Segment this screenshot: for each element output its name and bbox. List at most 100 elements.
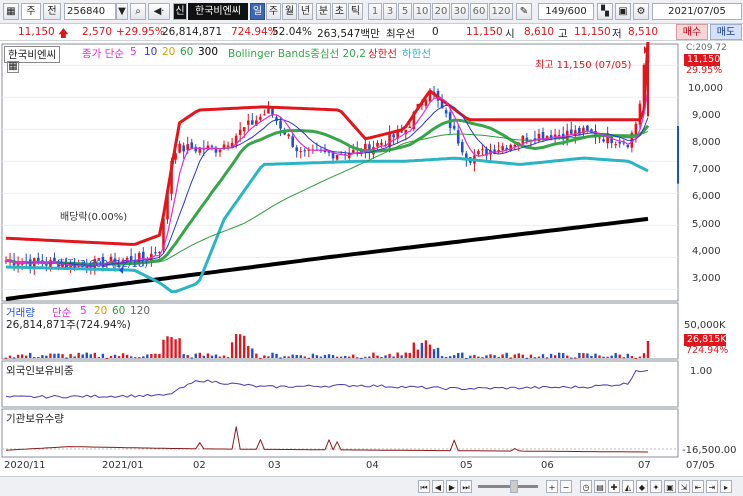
- volume-bar: [525, 357, 529, 359]
- ma20-period: 20: [162, 46, 176, 58]
- tool-icon-3[interactable]: ✚: [608, 480, 620, 493]
- scroll-last-icon[interactable]: ⏭: [460, 480, 472, 493]
- volume-bar: [485, 355, 488, 358]
- minute-1[interactable]: 1: [368, 3, 382, 20]
- volume-bar: [178, 338, 181, 358]
- code-dropdown-icon[interactable]: ▼: [116, 3, 128, 20]
- panel-toggle-icon[interactable]: ▦: [7, 61, 19, 73]
- period-second[interactable]: 초: [332, 3, 347, 20]
- minute-30[interactable]: 30: [451, 3, 469, 20]
- candle-body: [246, 120, 250, 125]
- volume-bar: [190, 357, 193, 359]
- minute-60[interactable]: 60: [470, 3, 488, 20]
- volume-bar: [174, 339, 177, 358]
- minute-20[interactable]: 20: [432, 3, 450, 20]
- scroll-thumb[interactable]: [510, 480, 518, 493]
- volume-bar: [457, 352, 460, 358]
- minute-5[interactable]: 5: [398, 3, 412, 20]
- tool-icon-1[interactable]: ◷: [580, 480, 592, 493]
- tool-icon-4[interactable]: ◭: [622, 480, 634, 493]
- volume-bar: [16, 354, 20, 358]
- period-tick[interactable]: 틱: [348, 3, 363, 20]
- tool-icon-5[interactable]: ◆: [636, 480, 648, 493]
- settings-grid-icon[interactable]: ▚: [597, 3, 613, 20]
- tool-icon-2[interactable]: ▤: [594, 480, 606, 493]
- volume-bar: [263, 355, 266, 358]
- minute-10[interactable]: 10: [413, 3, 431, 20]
- scroll-prev-icon[interactable]: ◀: [432, 480, 444, 493]
- volume-bar: [186, 355, 189, 358]
- tool-icon-9[interactable]: ⇤: [692, 480, 704, 493]
- scroll-track[interactable]: [478, 485, 538, 488]
- period-week[interactable]: 주: [266, 3, 281, 20]
- price-change-pct: +29.95%: [116, 26, 165, 38]
- inst-y-tick: -16,500.00: [682, 445, 737, 456]
- volume-y-tick: 50,000K: [684, 320, 726, 331]
- volume-bar: [295, 354, 298, 358]
- volume-bar: [566, 355, 569, 358]
- volume-bar: [105, 357, 109, 359]
- volume-bar: [396, 352, 399, 358]
- minute-120[interactable]: 120: [489, 3, 513, 20]
- volume-bar: [279, 357, 282, 359]
- volume-bar: [436, 347, 440, 358]
- grid-icon[interactable]: ▦: [3, 3, 19, 20]
- compose-icon[interactable]: ✎: [516, 3, 532, 20]
- sell-button[interactable]: 매도: [710, 24, 742, 40]
- tool-icon-7[interactable]: ▣: [664, 480, 676, 493]
- ma-label: 종가 단순: [82, 48, 124, 60]
- volume-bar: [101, 353, 105, 358]
- volume-bar: [489, 354, 492, 358]
- volume-bar: [638, 356, 642, 358]
- zoom-out-icon[interactable]: −: [560, 480, 572, 493]
- scroll-first-icon[interactable]: ⏮: [418, 480, 430, 493]
- stock-code-input[interactable]: 256840: [64, 3, 116, 20]
- volume-bar: [97, 356, 101, 358]
- date-field[interactable]: 2021/07/05: [652, 3, 742, 20]
- dividend-note: 배당락(0.00%): [60, 212, 128, 223]
- candle-body: [444, 110, 448, 114]
- y-tick-7000: 7,000: [692, 164, 721, 175]
- turnover: 52.04%: [272, 26, 313, 38]
- prev-label[interactable]: 전: [43, 3, 61, 20]
- volume-bar: [53, 353, 56, 358]
- scroll-next-icon[interactable]: ▶: [446, 480, 458, 493]
- current-price: 11,150: [18, 26, 55, 38]
- bb-upper-label: 상한선: [368, 48, 397, 60]
- tool-icon-10[interactable]: ⇥: [706, 480, 718, 493]
- volume-bar: [85, 352, 88, 358]
- search-icon[interactable]: ⌕: [130, 3, 146, 20]
- volume-ma60: 60: [112, 305, 126, 317]
- ma300-period: 300: [198, 46, 219, 58]
- candle-body: [481, 149, 484, 151]
- minute-3[interactable]: 3: [383, 3, 397, 20]
- candle-body: [602, 139, 605, 142]
- tool-icon-8[interactable]: ⇲: [678, 480, 690, 493]
- volume-bar: [501, 354, 504, 358]
- volume-bar: [440, 356, 444, 358]
- zoom-in-icon[interactable]: +: [546, 480, 558, 493]
- speaker-icon[interactable]: ◀·: [148, 3, 170, 20]
- candle-body: [299, 151, 303, 153]
- candle-body: [279, 120, 282, 129]
- volume-bar: [634, 357, 638, 359]
- buy-button[interactable]: 매수: [676, 24, 708, 40]
- candle-body: [598, 137, 601, 139]
- ma60-period: 60: [180, 46, 194, 58]
- volume-bar: [154, 353, 157, 358]
- candle-body: [335, 154, 339, 160]
- tool-icon-11[interactable]: ▸: [720, 480, 732, 493]
- market-type-select[interactable]: 주: [21, 3, 41, 20]
- volume-bar: [594, 353, 597, 358]
- period-minute[interactable]: 분: [316, 3, 331, 20]
- volume-bar: [428, 344, 432, 358]
- gear-icon[interactable]: ⚙: [633, 3, 649, 20]
- period-month[interactable]: 월: [282, 3, 297, 20]
- save-icon[interactable]: ▣: [615, 3, 631, 20]
- close-value: 8,510: [628, 26, 659, 38]
- period-year[interactable]: 년: [298, 3, 313, 20]
- chart-area[interactable]: 한국비엔씨 종가 단순 5 10 20 60 300 Bollinger Ban…: [0, 42, 743, 474]
- period-day[interactable]: 일: [250, 3, 265, 20]
- tool-icon-6[interactable]: ✦: [650, 480, 662, 493]
- volume-bar: [469, 355, 472, 358]
